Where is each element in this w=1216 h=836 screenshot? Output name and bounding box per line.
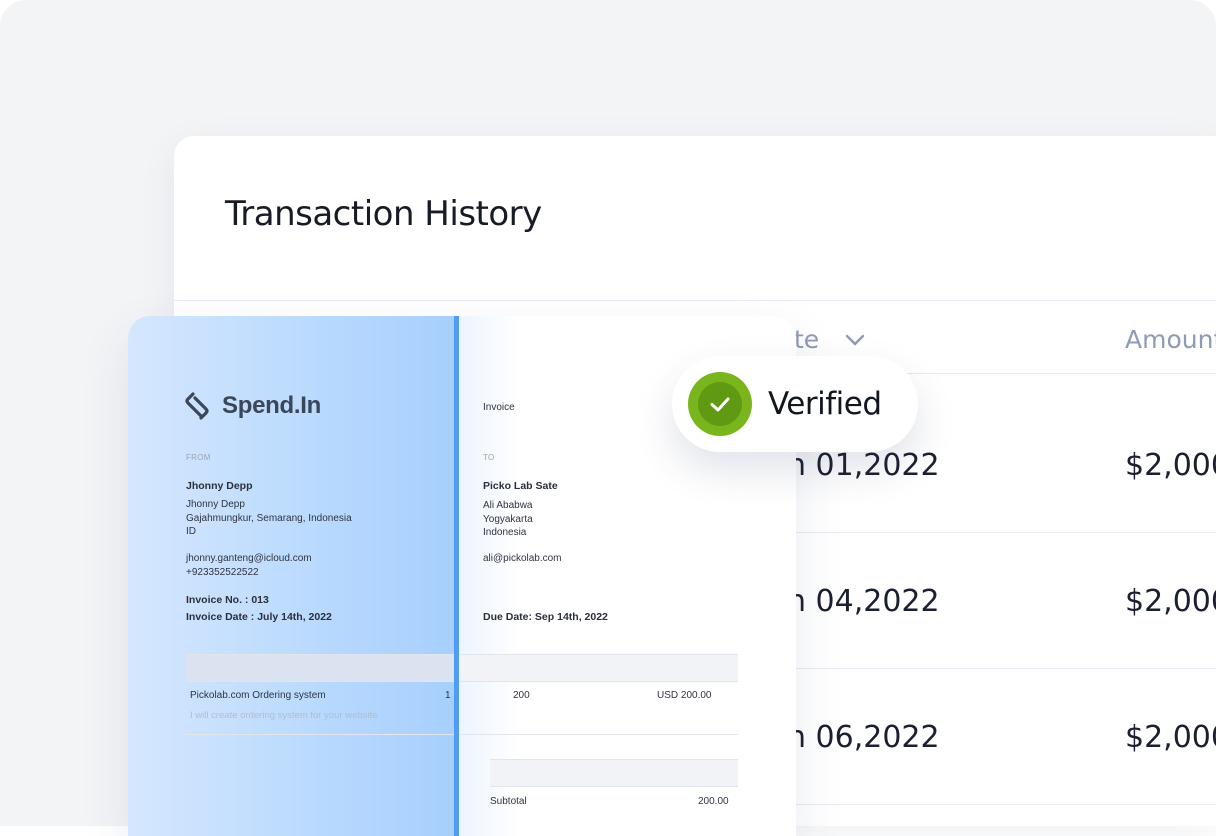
row-date: n 01,2022 bbox=[787, 448, 940, 483]
row-amount: $2,000 bbox=[1125, 448, 1216, 483]
to-name: Picko Lab Sate bbox=[483, 480, 558, 492]
from-line: Jhonny Depp bbox=[186, 499, 245, 510]
check-circle-icon bbox=[688, 372, 752, 436]
from-phone: +923352522522 bbox=[186, 567, 259, 578]
item-rate: 200 bbox=[513, 690, 530, 701]
row-date: n 04,2022 bbox=[787, 584, 940, 619]
row-amount: $2,000 bbox=[1125, 584, 1216, 619]
selection-divider-bar bbox=[454, 316, 459, 836]
item-amount: USD 200.00 bbox=[657, 690, 712, 701]
items-table-header-highlight bbox=[186, 654, 454, 682]
due-date: Due Date: Sep 14th, 2022 bbox=[483, 611, 608, 623]
subtotal-value: 200.00 bbox=[698, 796, 729, 807]
invoice-highlight-fade bbox=[459, 316, 519, 836]
verified-badge: Verified bbox=[672, 356, 918, 452]
from-email: jhonny.ganteng@icloud.com bbox=[186, 553, 312, 564]
row-amount: $2,000 bbox=[1125, 720, 1216, 755]
to-line: Indonesia bbox=[483, 527, 527, 538]
from-line: ID bbox=[186, 526, 196, 537]
spendin-logo-icon bbox=[185, 392, 209, 420]
column-header-amount[interactable]: Amount bbox=[1125, 325, 1216, 354]
brand-name: Spend.In bbox=[222, 392, 321, 419]
from-label: FROM bbox=[186, 453, 211, 462]
item-name: Pickolab.com Ordering system bbox=[190, 690, 326, 701]
column-header-date[interactable]: te bbox=[794, 325, 819, 354]
invoice-number: Invoice No. : 013 bbox=[186, 594, 269, 606]
to-line: Ali Ababwa bbox=[483, 500, 533, 511]
from-line: Gajahmungkur, Semarang, Indonesia bbox=[186, 513, 352, 524]
from-name: Jhonny Depp bbox=[186, 480, 253, 492]
row-date: n 06,2022 bbox=[787, 720, 940, 755]
items-divider bbox=[186, 734, 738, 735]
to-email: ali@pickolab.com bbox=[483, 553, 562, 564]
invoice-date: Invoice Date : July 14th, 2022 bbox=[186, 611, 332, 623]
subtotal-label: Subtotal bbox=[490, 796, 527, 807]
invoice-heading: Invoice bbox=[483, 402, 515, 413]
chevron-down-icon[interactable] bbox=[844, 333, 866, 347]
to-label: TO bbox=[483, 453, 495, 462]
to-line: Yogyakarta bbox=[483, 514, 533, 525]
page-title: Transaction History bbox=[225, 194, 542, 234]
verified-label: Verified bbox=[768, 386, 882, 422]
summary-header bbox=[490, 759, 738, 787]
divider bbox=[174, 300, 1216, 301]
item-description: I will create ordering system for your w… bbox=[190, 710, 378, 721]
item-qty: 1 bbox=[445, 690, 451, 701]
